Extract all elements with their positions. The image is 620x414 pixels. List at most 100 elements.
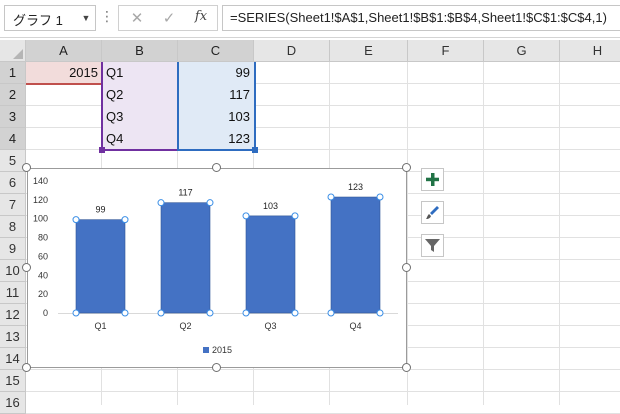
chart-resize-handle-e[interactable]: [402, 263, 411, 272]
row-header-9[interactable]: 9: [0, 238, 26, 260]
row-header-16[interactable]: 16: [0, 392, 26, 414]
x-tick-label: Q4: [349, 321, 361, 331]
row-header-3[interactable]: 3: [0, 106, 26, 128]
series-selection-handle: [157, 199, 165, 207]
chart-resize-handle-se[interactable]: [402, 363, 411, 372]
x-tick-label: Q1: [94, 321, 106, 331]
series-selection-handle: [72, 216, 80, 224]
row-gridline: [26, 369, 620, 370]
cell-b3[interactable]: Q3: [102, 106, 178, 127]
chart-resize-handle-s[interactable]: [212, 363, 221, 372]
column-header-h[interactable]: H: [560, 40, 620, 62]
y-tick-label: 0: [43, 308, 48, 318]
bar-q2: [160, 202, 211, 314]
series-selection-handle: [206, 309, 214, 317]
row-header-4[interactable]: 4: [0, 128, 26, 150]
row-header-15[interactable]: 15: [0, 370, 26, 392]
chevron-down-icon[interactable]: ▼: [78, 5, 94, 31]
y-tick-label: 20: [38, 289, 48, 299]
legend-swatch: [203, 347, 209, 353]
bar-q4: [330, 196, 381, 314]
cell-c3[interactable]: 103: [178, 106, 254, 127]
series-selection-handle: [327, 309, 335, 317]
cell-a1[interactable]: 2015: [26, 62, 102, 83]
data-label: 99: [95, 205, 105, 215]
y-tick-label: 100: [33, 214, 48, 224]
y-tick-label: 140: [33, 176, 48, 186]
series-selection-handle: [242, 309, 250, 317]
row-gridline: [26, 391, 620, 392]
series-name-range-border: [26, 83, 102, 85]
chart-area[interactable]: 0 20 40 60 80 100 120 140 99 Q1 117 Q2 103 Q3 123 Q4 201…: [27, 168, 407, 368]
column-header-c[interactable]: C: [178, 40, 254, 62]
series-selection-handle: [242, 212, 250, 220]
chart-resize-handle-ne[interactable]: [402, 163, 411, 172]
chart-resize-handle-nw[interactable]: [22, 163, 31, 172]
row-header-6[interactable]: 6: [0, 172, 26, 194]
row-header-12[interactable]: 12: [0, 304, 26, 326]
chart-styles-button[interactable]: [421, 201, 444, 224]
series-selection-handle: [291, 309, 299, 317]
name-box-value: グラフ 1: [13, 13, 63, 28]
column-gridline: [483, 62, 484, 405]
chart-resize-handle-n[interactable]: [212, 163, 221, 172]
cancel-icon[interactable]: ✕: [125, 9, 149, 29]
row-header-11[interactable]: 11: [0, 282, 26, 304]
column-header-b[interactable]: B: [102, 40, 178, 62]
column-header-g[interactable]: G: [484, 40, 560, 62]
y-tick-label: 40: [38, 270, 48, 280]
column-header-a[interactable]: A: [26, 40, 102, 62]
bar-chart: 0 20 40 60 80 100 120 140 99 Q1 117 Q2 103 Q3 123 Q4 201…: [33, 176, 398, 355]
y-tick-label: 60: [38, 251, 48, 261]
column-gridline: [559, 62, 560, 405]
plus-icon: [426, 173, 439, 186]
select-all-triangle-icon: [13, 49, 23, 59]
series-selection-handle: [376, 309, 384, 317]
row-header-13[interactable]: 13: [0, 326, 26, 348]
formula-input[interactable]: =SERIES(Sheet1!$A$1,Sheet1!$B$1:$B$4,She…: [222, 5, 620, 31]
y-tick-label: 80: [38, 233, 48, 243]
row-header-7[interactable]: 7: [0, 194, 26, 216]
column-header-e[interactable]: E: [330, 40, 408, 62]
x-tick-label: Q3: [264, 321, 276, 331]
series-selection-handle: [121, 309, 129, 317]
chart-filters-button[interactable]: [421, 234, 444, 257]
filter-icon: [425, 239, 440, 252]
cell-c2[interactable]: 117: [178, 84, 254, 105]
series-selection-handle: [121, 216, 129, 224]
data-label: 117: [178, 188, 192, 198]
series-selection-handle: [291, 212, 299, 220]
series-selection-handle: [72, 309, 80, 317]
chart-resize-handle-w[interactable]: [22, 263, 31, 272]
cell-b2[interactable]: Q2: [102, 84, 178, 105]
data-label: 103: [263, 201, 278, 211]
row-header-2[interactable]: 2: [0, 84, 26, 106]
cell-b1[interactable]: Q1: [102, 62, 178, 83]
cell-c1[interactable]: 99: [178, 62, 254, 83]
x-tick-label: Q2: [179, 321, 191, 331]
cell-c4[interactable]: 123: [178, 128, 254, 149]
series-selection-handle: [376, 193, 384, 201]
enter-icon[interactable]: ✓: [157, 9, 181, 29]
formula-text: =SERIES(Sheet1!$A$1,Sheet1!$B$1:$B$4,She…: [230, 10, 607, 25]
y-tick-label: 120: [33, 195, 48, 205]
column-header-d[interactable]: D: [254, 40, 330, 62]
cell-b4[interactable]: Q4: [102, 128, 178, 149]
row-header-10[interactable]: 10: [0, 260, 26, 282]
series-selection-handle: [157, 309, 165, 317]
legend-label: 2015: [212, 345, 232, 355]
series-selection-handle: [327, 193, 335, 201]
more-icon[interactable]: ⋮: [100, 8, 114, 28]
column-gridline: [407, 62, 408, 405]
formula-buttons: ✕ ✓ fx: [118, 5, 218, 31]
series-selection-handle: [206, 199, 214, 207]
chart-elements-button[interactable]: [421, 168, 444, 191]
insert-function-icon[interactable]: fx: [189, 9, 213, 29]
data-label: 123: [348, 182, 363, 192]
row-header-1[interactable]: 1: [0, 62, 26, 84]
chart-resize-handle-sw[interactable]: [22, 363, 31, 372]
brush-icon: [426, 206, 439, 219]
bar-q1: [75, 219, 126, 314]
row-header-8[interactable]: 8: [0, 216, 26, 238]
column-header-f[interactable]: F: [408, 40, 484, 62]
